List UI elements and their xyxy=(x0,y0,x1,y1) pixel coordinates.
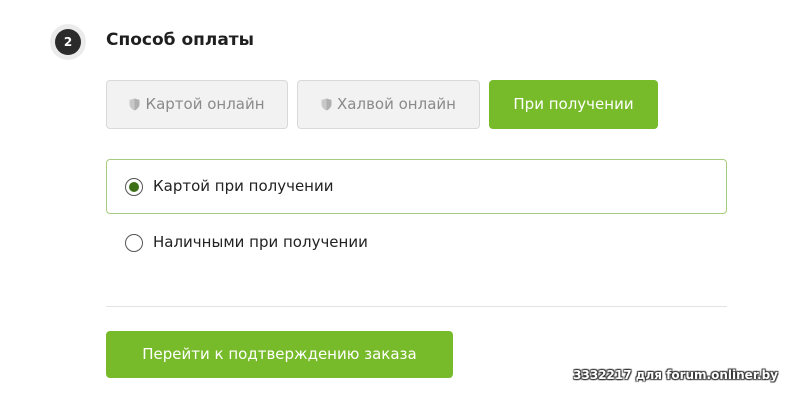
step-number: 2 xyxy=(55,29,81,55)
radio-card-on-receipt[interactable] xyxy=(125,178,143,196)
option-card-on-receipt-label: Картой при получении xyxy=(153,177,334,195)
shield-icon xyxy=(129,98,140,111)
watermark: 3332217 для forum.onliner.by xyxy=(573,368,778,382)
proceed-to-confirmation-button[interactable]: Перейти к подтверждению заказа xyxy=(106,331,453,378)
tab-halva-online[interactable]: Халвой онлайн xyxy=(297,80,480,129)
tab-card-online-label: Картой онлайн xyxy=(145,95,265,113)
option-cash-on-receipt[interactable]: Наличными при получении xyxy=(106,215,727,270)
step-number-badge: 2 xyxy=(50,24,86,60)
tab-halva-online-label: Халвой онлайн xyxy=(337,95,456,113)
shield-icon xyxy=(321,98,332,111)
divider xyxy=(106,306,727,307)
option-card-on-receipt[interactable]: Картой при получении xyxy=(106,159,727,214)
tab-card-online[interactable]: Картой онлайн xyxy=(106,80,288,129)
tab-on-receipt-label: При получении xyxy=(513,95,634,113)
radio-cash-on-receipt[interactable] xyxy=(125,234,143,252)
section-title: Способ оплаты xyxy=(106,30,255,50)
tab-on-receipt[interactable]: При получении xyxy=(489,80,658,129)
option-cash-on-receipt-label: Наличными при получении xyxy=(153,233,368,251)
